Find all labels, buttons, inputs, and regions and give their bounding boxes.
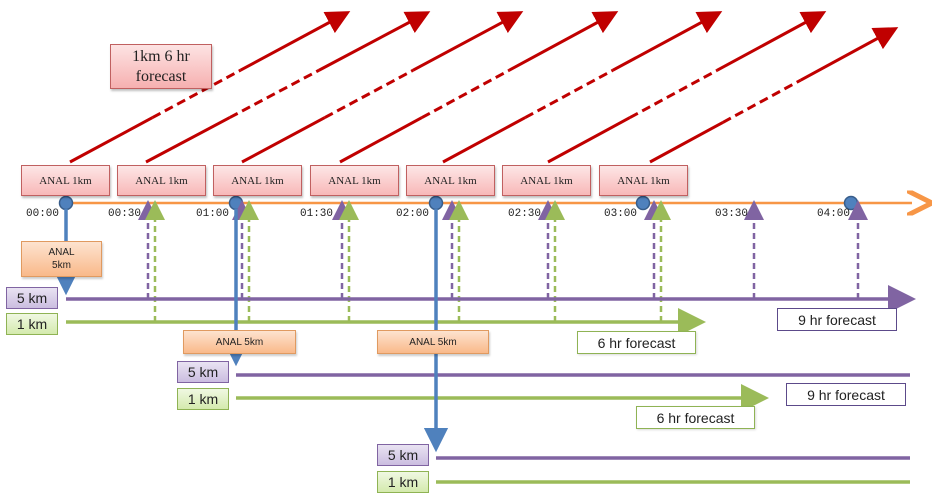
analysis-point: [635, 195, 651, 211]
forecast-arrow-solid: [442, 116, 526, 164]
forecast-arrow-solid: [145, 116, 231, 164]
forecast-arrow-dashed: [324, 68, 414, 119]
forecast-9hr-label-0: 9 hr forecast: [777, 308, 897, 331]
anal-5km-box-1: ANAL 5km: [183, 330, 296, 354]
forecast-arrow-dashed: [228, 68, 320, 119]
forecast-arrow-dashed: [629, 68, 718, 119]
forecast-arrow-head: [612, 11, 723, 72]
forecast-arrow-solid: [241, 116, 326, 164]
time-tick: 04:00: [817, 208, 851, 220]
anal-1km-box-4: ANAL 1km: [406, 165, 495, 196]
run-1km-label-2: 1 km: [377, 471, 429, 493]
time-tick: 00:30: [108, 208, 142, 220]
anal-5km-line1: ANAL: [48, 247, 75, 258]
anal-1km-box-2: ANAL 1km: [213, 165, 302, 196]
time-tick: 01:00: [196, 208, 230, 220]
forecast-arrow-head: [799, 27, 899, 82]
forecast-arrow-solid: [649, 121, 724, 164]
forecast-arrow-dashed: [524, 68, 614, 119]
forecast-arrow-head: [412, 11, 524, 72]
time-tick: 01:30: [300, 208, 334, 220]
run-5km-label-1: 5 km: [177, 361, 229, 383]
forecast-arrow-head: [318, 11, 431, 72]
forecast-6hr-label-1: 6 hr forecast: [636, 406, 755, 429]
analysis-point: [58, 195, 74, 211]
anal-1km-box-0: ANAL 1km: [21, 165, 110, 196]
forecast-arrow-head: [508, 11, 619, 72]
forecast-arrow-solid: [69, 116, 154, 164]
forecast-arrow-dashed: [722, 78, 802, 124]
run-1km-label-1: 1 km: [177, 388, 229, 410]
forecast-arrow-head: [239, 11, 351, 72]
anal-5km-box-2: ANAL 5km: [377, 330, 489, 354]
analysis-point: [428, 195, 444, 211]
run-5km-label-0: 5 km: [6, 287, 58, 309]
anal-1km-box-3: ANAL 1km: [310, 165, 399, 196]
time-tick: 02:00: [396, 208, 430, 220]
anal-1km-box-5: ANAL 1km: [502, 165, 591, 196]
forecast-title-line2: forecast: [135, 67, 187, 85]
time-tick: 03:00: [604, 208, 638, 220]
anal-1km-box-1: ANAL 1km: [117, 165, 206, 196]
analysis-point: [228, 195, 244, 211]
time-tick: 02:30: [508, 208, 542, 220]
forecast-arrow-head: [716, 11, 827, 72]
run-1km-label-0: 1 km: [6, 313, 58, 335]
forecast-arrow-solid: [339, 116, 423, 164]
time-tick: 00:00: [26, 208, 60, 220]
forecast-arrow-solid: [547, 116, 631, 164]
forecast-9hr-label-1: 9 hr forecast: [786, 383, 906, 406]
forecast-arrow-dashed: [421, 68, 510, 119]
anal-5km-box-0: ANAL 5km: [21, 241, 102, 277]
time-tick: 03:30: [715, 208, 749, 220]
forecast-6hr-label-0: 6 hr forecast: [577, 331, 696, 354]
run-5km-label-2: 5 km: [377, 444, 429, 466]
forecast-title-box: 1km 6 hr forecast: [110, 44, 212, 89]
forecast-title-line1: 1km 6 hr: [132, 47, 190, 65]
anal-1km-box-6: ANAL 1km: [599, 165, 688, 196]
anal-5km-line2: 5km: [52, 260, 71, 271]
